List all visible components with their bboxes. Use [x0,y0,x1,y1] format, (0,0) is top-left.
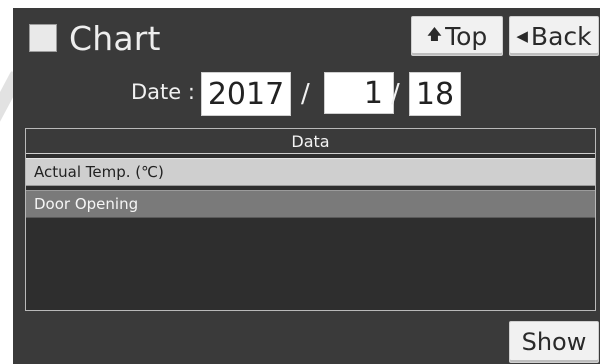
app-screen: Chart 🡅 Top ◀ Back Date : 2017 / 1 / 18 … [13,8,600,364]
top-button-label: Top [445,21,488,51]
up-arrow-icon: 🡅 [426,24,443,43]
back-button-label: Back [530,21,592,51]
data-list-panel: Data Actual Temp. (℃) Door Opening [25,128,596,311]
day-field[interactable]: 18 [409,72,461,116]
date-selector: Date : 2017 / 1 / 18 [13,70,600,116]
list-item-actual-temp[interactable]: Actual Temp. (℃) [26,158,595,186]
date-separator: / [391,79,400,109]
square-icon [29,24,57,52]
back-button[interactable]: ◀ Back [509,16,599,56]
year-field[interactable]: 2017 [201,72,291,116]
date-label: Date : [131,80,195,104]
left-triangle-icon: ◀ [516,27,528,45]
top-button[interactable]: 🡅 Top [411,16,503,56]
show-button[interactable]: Show [509,321,599,363]
month-field[interactable]: 1 [324,72,394,114]
data-list-header: Data [26,129,595,154]
page-title: Chart [29,16,161,60]
list-item-door-opening[interactable]: Door Opening [26,190,595,218]
date-separator: / [301,79,310,109]
title-text: Chart [69,18,161,58]
